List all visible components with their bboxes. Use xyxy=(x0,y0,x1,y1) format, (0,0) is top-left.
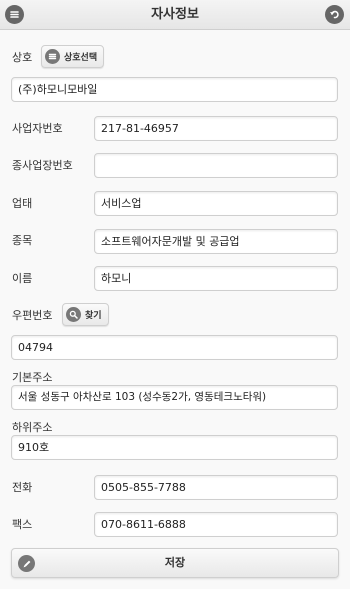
postal-input[interactable]: 04794 xyxy=(11,335,338,360)
address-detail-input[interactable]: 910호 xyxy=(11,435,338,460)
company-input[interactable]: (주)하모니모바일 xyxy=(11,77,338,102)
list-icon xyxy=(45,49,60,64)
business-number-label: 사업자번호 xyxy=(12,122,63,135)
back-button[interactable] xyxy=(325,5,344,24)
address-detail-label: 하위주소 xyxy=(12,421,53,434)
save-label: 저장 xyxy=(164,556,186,569)
company-select-button[interactable]: 상호선택 xyxy=(41,45,105,68)
page-title: 자사정보 xyxy=(151,7,199,22)
name-label: 이름 xyxy=(12,272,33,285)
address-label: 기본주소 xyxy=(12,371,53,384)
back-arrow-icon xyxy=(329,5,340,24)
phone-input[interactable]: 0505-855-7788 xyxy=(94,475,338,500)
business-item-label: 종목 xyxy=(12,234,33,247)
fax-label: 팩스 xyxy=(12,518,33,531)
company-select-label: 상호선택 xyxy=(64,53,98,63)
postal-find-button[interactable]: 찾기 xyxy=(62,303,109,326)
postal-label: 우편번호 xyxy=(12,309,53,322)
branch-number-input[interactable] xyxy=(94,153,338,178)
postal-find-label: 찾기 xyxy=(85,311,102,321)
name-input[interactable]: 하모니 xyxy=(94,266,338,291)
branch-number-label: 종사업장번호 xyxy=(12,159,73,172)
business-number-input[interactable]: 217-81-46957 xyxy=(94,116,338,141)
address-input[interactable]: 서울 성동구 아차산로 103 (성수동2가, 영동테크노타워) xyxy=(11,385,338,410)
fax-input[interactable]: 070-8611-6888 xyxy=(94,512,338,537)
save-button[interactable]: 저장 xyxy=(11,548,339,578)
business-item-input[interactable]: 소프트웨어자문개발 및 공급업 xyxy=(94,229,338,254)
header-bar: 자사정보 xyxy=(0,0,350,30)
business-type-input[interactable]: 서비스업 xyxy=(94,191,338,216)
phone-label: 전화 xyxy=(12,481,33,494)
business-type-label: 업태 xyxy=(12,197,33,210)
company-label: 상호 xyxy=(12,51,33,64)
search-icon xyxy=(66,307,81,322)
